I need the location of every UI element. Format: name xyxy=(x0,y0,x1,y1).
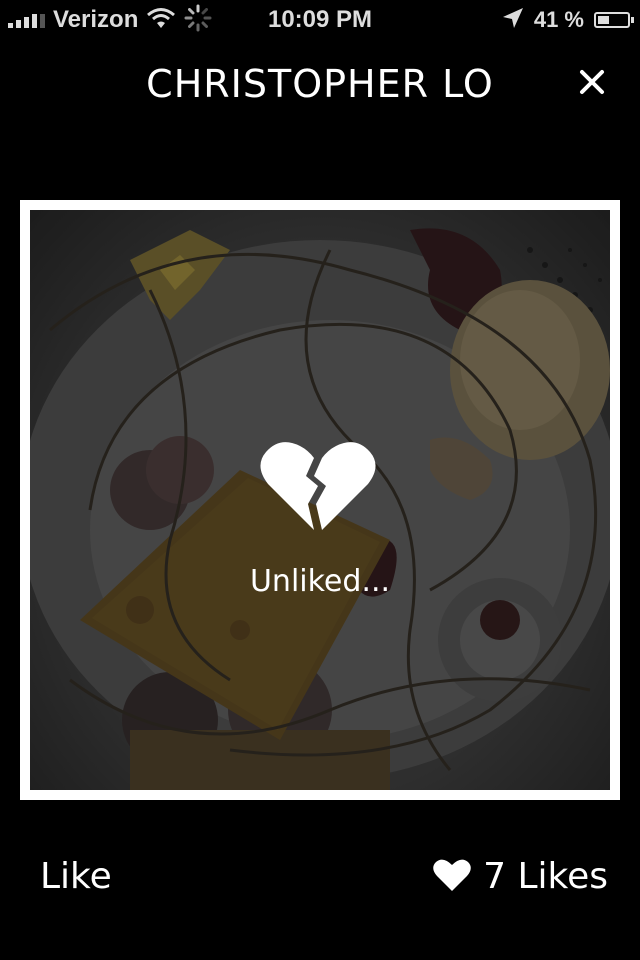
close-icon xyxy=(579,69,605,99)
battery-percent: 41 % xyxy=(533,7,584,32)
broken-heart-icon xyxy=(258,438,378,538)
unlike-status-text: Unliked... xyxy=(249,564,391,599)
photo-frame: Unliked... xyxy=(20,200,620,800)
like-button[interactable]: Like xyxy=(40,856,112,897)
close-button[interactable] xyxy=(572,64,612,104)
likes-count-button[interactable]: 7 Likes xyxy=(433,856,608,897)
battery-icon xyxy=(594,12,634,28)
page-title: CHRISTOPHER LO xyxy=(146,62,494,106)
status-bar: Verizon 10:09 PM 41 % xyxy=(0,0,640,40)
unlike-feedback-overlay: Unliked... xyxy=(30,210,610,790)
location-arrow-icon xyxy=(502,7,524,33)
heart-icon xyxy=(433,858,471,896)
status-bar-right: 41 % xyxy=(502,4,634,36)
food-photo[interactable]: Unliked... xyxy=(30,210,610,790)
likes-count-label: 7 Likes xyxy=(483,856,608,897)
